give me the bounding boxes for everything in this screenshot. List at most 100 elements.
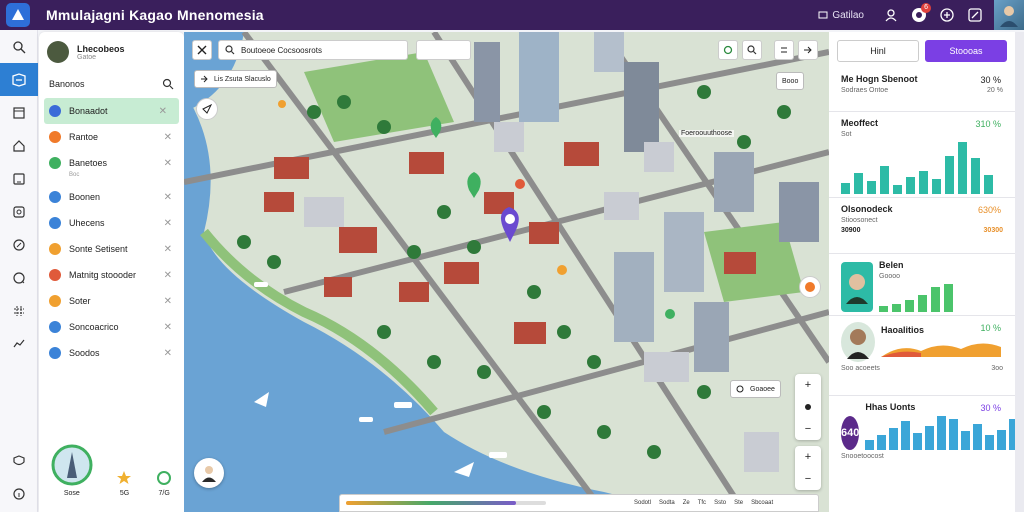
stat-card-2[interactable]: Olsonodeck 630% Stioosonect 30900 30300 <box>829 198 1015 254</box>
portrait-icon <box>847 329 869 359</box>
remove-layer-icon[interactable]: ✕ <box>159 106 167 117</box>
map-chip-top[interactable]: Lis Zsuta Slacuslo <box>194 70 277 88</box>
remove-layer-icon[interactable]: ✕ <box>164 348 172 359</box>
remove-layer-icon[interactable]: ✕ <box>164 244 172 255</box>
layer-dot-icon <box>49 295 61 307</box>
map-record-button[interactable] <box>718 40 738 60</box>
layer-item[interactable]: Sonte Setisent ✕ <box>39 236 184 262</box>
rail-home-icon[interactable] <box>0 129 38 162</box>
layer-item[interactable]: Banetoes ✕ Boc <box>39 150 184 178</box>
timeline-bar[interactable]: Sodotl Sodta Ze Tfc Ssto Ste Sbcoaat <box>339 494 819 512</box>
rail-panel-icon[interactable] <box>0 96 38 129</box>
app-logo[interactable] <box>6 3 30 27</box>
zoom-in-button[interactable]: + <box>795 374 821 396</box>
pan-button[interactable] <box>795 396 821 418</box>
tab-hinl[interactable]: Hinl <box>837 40 919 62</box>
panel-bottom: Sose 5G 7/G <box>39 444 184 497</box>
timeline-label[interactable]: Sodotl <box>634 500 651 506</box>
map-forward-button[interactable] <box>798 40 818 60</box>
rail-layers-icon[interactable] <box>0 63 38 96</box>
panel-search[interactable]: Banonos <box>39 72 184 96</box>
stat-card-0[interactable]: Me Hogn Sbenoot 30 % Sodraes Ontoe 20 % <box>829 68 1015 112</box>
map-search-button[interactable] <box>742 40 762 60</box>
rail-compass-icon[interactable] <box>0 228 38 261</box>
search-icon <box>225 45 235 55</box>
layer-item[interactable]: Matnitg stoooder ✕ <box>39 262 184 288</box>
panel-user[interactable]: Lhecobeos Gatoe <box>39 32 184 72</box>
map-chip-right[interactable]: Booo <box>776 72 805 90</box>
tab-stoooas[interactable]: Stoooas <box>925 40 1007 62</box>
remove-layer-icon[interactable]: ✕ <box>164 322 172 333</box>
stat-card-1[interactable]: Meoffect 310 % Sot <box>829 112 1015 198</box>
stat-card-value: 10 % <box>980 323 1001 333</box>
top-link[interactable]: Gatilao <box>818 10 864 21</box>
bottom-item-tower[interactable]: Sose <box>51 444 93 497</box>
bar <box>889 428 899 450</box>
bar <box>949 419 959 450</box>
remove-layer-icon[interactable]: ✕ <box>164 158 172 169</box>
remove-layer-icon[interactable]: ✕ <box>164 270 172 281</box>
bar <box>997 430 1007 450</box>
map-chip-mid[interactable]: Goaoee <box>730 380 781 398</box>
layer-dot-icon <box>49 131 61 143</box>
remove-layer-icon[interactable]: ✕ <box>164 296 172 307</box>
timeline-label[interactable]: Ssto <box>714 500 726 506</box>
map-poi-button[interactable] <box>799 276 821 298</box>
layer-item[interactable]: Uhecens ✕ <box>39 210 184 236</box>
remove-layer-icon[interactable]: ✕ <box>164 192 172 203</box>
street-view-button[interactable] <box>194 458 224 488</box>
remove-layer-icon[interactable]: ✕ <box>164 132 172 143</box>
bar <box>877 435 887 450</box>
remove-layer-icon[interactable]: ✕ <box>164 218 172 229</box>
rail-share-icon[interactable] <box>0 327 38 360</box>
add-icon[interactable] <box>938 6 956 24</box>
timeline-label[interactable]: Ze <box>683 500 690 506</box>
leaf-icon <box>157 471 172 485</box>
rail-search-icon[interactable] <box>0 30 38 63</box>
timeline-label[interactable]: Ste <box>734 500 743 506</box>
zoom-out-button[interactable]: − <box>795 418 821 440</box>
layer-item[interactable]: Soodos ✕ <box>39 340 184 366</box>
timeline-label[interactable]: Sbcoaat <box>751 500 773 506</box>
layer-item[interactable]: Rantoe ✕ <box>39 124 184 150</box>
zoom-in-button-2[interactable]: + <box>795 446 821 468</box>
zoom-out-button-2[interactable]: − <box>795 468 821 490</box>
zoom-control-2: + − <box>795 446 821 490</box>
layer-item[interactable]: Bonaadot ✕ <box>44 98 179 124</box>
record-icon <box>723 45 733 55</box>
close-map-button[interactable] <box>192 40 212 60</box>
layer-item[interactable]: Boonen ✕ <box>39 184 184 210</box>
bottom-item-star[interactable]: 5G <box>116 470 132 497</box>
layer-item[interactable]: Soter ✕ <box>39 288 184 314</box>
ring-icon <box>736 385 744 393</box>
account-avatar[interactable] <box>994 0 1024 30</box>
map-tools-button[interactable] <box>774 40 794 60</box>
rail-shield-icon[interactable] <box>0 444 38 477</box>
map-location-button[interactable] <box>196 98 218 120</box>
rail-info-icon[interactable] <box>0 477 38 510</box>
stat-card-value: 630% <box>977 205 1001 215</box>
rail-grid-icon[interactable] <box>0 294 38 327</box>
user-icon[interactable] <box>882 6 900 24</box>
map-search-input[interactable]: Boutoeoe Cocsoosrots <box>218 40 408 60</box>
bottom-item-leaf[interactable]: 7/G <box>156 470 172 497</box>
map-filter-field[interactable] <box>416 40 471 60</box>
map-canvas <box>184 32 829 512</box>
stat-card-3[interactable]: Belen Goooo <box>829 254 1015 316</box>
panel-scrollbar[interactable] <box>1015 32 1024 512</box>
rail-chat-icon[interactable] <box>0 261 38 294</box>
notification-icon[interactable]: 6 <box>910 3 931 24</box>
timeline-label[interactable]: Sodta <box>659 500 675 506</box>
timeline-track[interactable] <box>346 501 546 505</box>
edit-icon[interactable] <box>966 6 984 24</box>
stat-card-4[interactable]: Haoalitios 10 % Soo acoeets 3oo <box>829 316 1015 396</box>
timeline-label[interactable]: Tfc <box>698 500 706 506</box>
layer-item[interactable]: Soncoacrico ✕ <box>39 314 184 340</box>
rail-doc-icon[interactable] <box>0 162 38 195</box>
rail-photo-icon[interactable] <box>0 195 38 228</box>
stat-card-5[interactable]: 640 Hhas Uonts 30 % Snooetoocost <box>829 396 1024 472</box>
stat-card-value: 310 % <box>975 119 1001 129</box>
city-map[interactable]: Boutoeoe Cocsoosrots Lis Zsuta Slacuslo … <box>184 32 829 512</box>
bar <box>901 421 911 450</box>
bar <box>931 287 940 312</box>
